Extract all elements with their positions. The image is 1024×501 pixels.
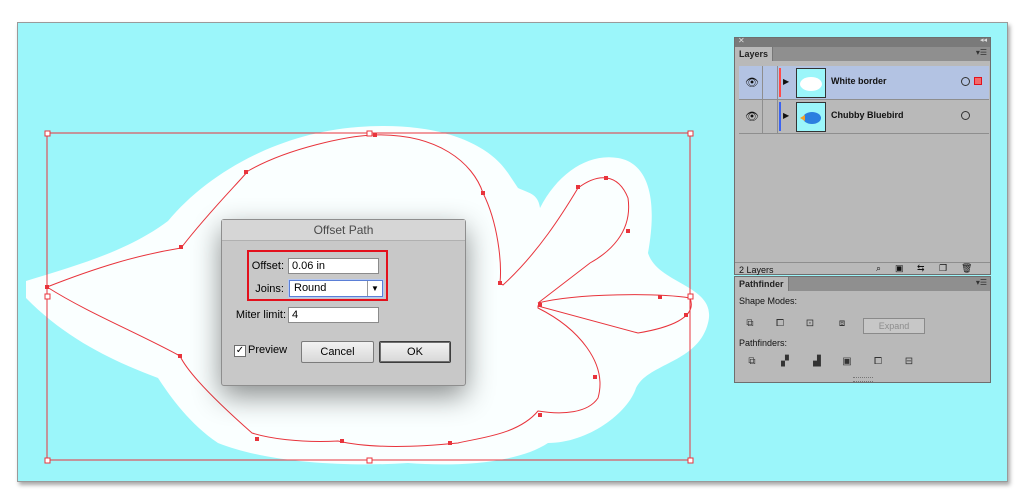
miter-limit-label: Miter limit: bbox=[235, 309, 286, 321]
joins-select[interactable]: Round ▼ bbox=[289, 280, 383, 297]
locate-icon[interactable]: ⌕ bbox=[876, 263, 881, 274]
layer-color-bar bbox=[779, 68, 781, 97]
shape-modes-label: Shape Modes: bbox=[739, 296, 798, 306]
clipping-mask-icon[interactable]: ▣ bbox=[895, 263, 904, 274]
joins-label: Joins: bbox=[255, 283, 284, 295]
trash-icon[interactable]: 🗑 bbox=[961, 263, 972, 274]
offset-path-dialog: Offset Path Offset: 0.06 in Joins: Round… bbox=[221, 219, 466, 386]
tab-layers[interactable]: Layers bbox=[735, 47, 774, 61]
miter-limit-input[interactable]: 4 bbox=[288, 307, 379, 323]
new-sublayer-icon[interactable]: ⇆ bbox=[917, 263, 925, 274]
layers-tabbar: Layers ▾☰ bbox=[735, 47, 990, 61]
ok-button[interactable]: OK bbox=[379, 341, 451, 363]
divide-icon[interactable]: ⧉ bbox=[745, 356, 759, 368]
minus-front-icon[interactable]: ⧠ bbox=[773, 318, 787, 330]
layer-row-white-border[interactable]: 👁 ▶ White border bbox=[739, 66, 989, 100]
selection-indicator-icon[interactable] bbox=[974, 77, 982, 85]
crop-icon[interactable]: ▣ bbox=[840, 356, 854, 368]
white-cloud-thumbnail bbox=[796, 68, 826, 98]
intersect-icon[interactable]: ⊡ bbox=[803, 318, 817, 330]
lock-toggle-cell[interactable] bbox=[762, 66, 778, 99]
target-circle-icon[interactable] bbox=[961, 111, 970, 120]
minus-back-icon[interactable]: ⊟ bbox=[902, 356, 916, 368]
layer-row-chubby-bluebird[interactable]: 👁 ▶ Chubby Bluebird bbox=[739, 100, 989, 134]
expand-triangle-icon[interactable]: ▶ bbox=[783, 77, 789, 86]
expand-triangle-icon[interactable]: ▶ bbox=[783, 111, 789, 120]
panel-titlebar[interactable]: ✕ ◂◂ bbox=[735, 36, 990, 47]
trim-icon[interactable]: ▞ bbox=[778, 356, 792, 368]
offset-input[interactable]: 0.06 in bbox=[288, 258, 379, 274]
panel-menu-icon[interactable]: ▾☰ bbox=[976, 48, 987, 57]
unite-icon[interactable]: ⧉ bbox=[743, 318, 757, 330]
close-icon[interactable]: ✕ bbox=[738, 36, 745, 45]
preview-label: Preview bbox=[248, 344, 288, 356]
layers-list: 👁 ▶ White border 👁 ▶ Chubby Bluebird bbox=[735, 62, 990, 262]
pathfinder-tabbar: Pathfinder ▾☰ bbox=[735, 277, 990, 291]
expand-button[interactable]: Expand bbox=[863, 318, 925, 334]
panel-menu-icon[interactable]: ▾☰ bbox=[976, 278, 987, 287]
tab-pathfinder[interactable]: Pathfinder bbox=[735, 277, 789, 291]
outline-icon[interactable]: ⧠ bbox=[871, 356, 885, 368]
layer-color-bar bbox=[779, 102, 781, 131]
layers-footer: 2 Layers ⌕ ▣ ⇆ ❐ 🗑 bbox=[735, 262, 990, 276]
target-circle-icon[interactable] bbox=[961, 77, 970, 86]
visibility-eye-icon[interactable]: 👁 bbox=[742, 76, 762, 89]
bluebird-thumbnail bbox=[796, 102, 826, 132]
pathfinder-panel: Pathfinder ▾☰ Shape Modes: ⧉ ⧠ ⊡ ⧈ Expan… bbox=[734, 276, 991, 383]
layer-count: 2 Layers bbox=[739, 265, 774, 275]
layer-name[interactable]: White border bbox=[831, 76, 887, 86]
collapse-icon[interactable]: ◂◂ bbox=[980, 36, 987, 44]
pathfinders-label: Pathfinders: bbox=[739, 338, 788, 348]
layer-name[interactable]: Chubby Bluebird bbox=[831, 110, 904, 120]
cancel-button[interactable]: Cancel bbox=[301, 341, 374, 363]
lock-toggle-cell[interactable] bbox=[762, 100, 778, 133]
dropdown-arrow-icon[interactable]: ▼ bbox=[367, 281, 382, 296]
exclude-icon[interactable]: ⧈ bbox=[835, 318, 849, 330]
new-layer-icon[interactable]: ❐ bbox=[939, 263, 947, 274]
dialog-title[interactable]: Offset Path bbox=[222, 220, 465, 241]
offset-label: Offset: bbox=[251, 260, 284, 272]
preview-checkbox[interactable]: ✓ bbox=[234, 345, 246, 357]
joins-selected-value: Round bbox=[294, 282, 327, 294]
resize-grip-icon[interactable] bbox=[853, 377, 873, 382]
layers-panel: ✕ ◂◂ Layers ▾☰ 👁 ▶ White border 👁 ▶ Chub… bbox=[734, 36, 991, 276]
merge-icon[interactable]: ▟ bbox=[810, 356, 824, 368]
visibility-eye-icon[interactable]: 👁 bbox=[742, 110, 762, 123]
